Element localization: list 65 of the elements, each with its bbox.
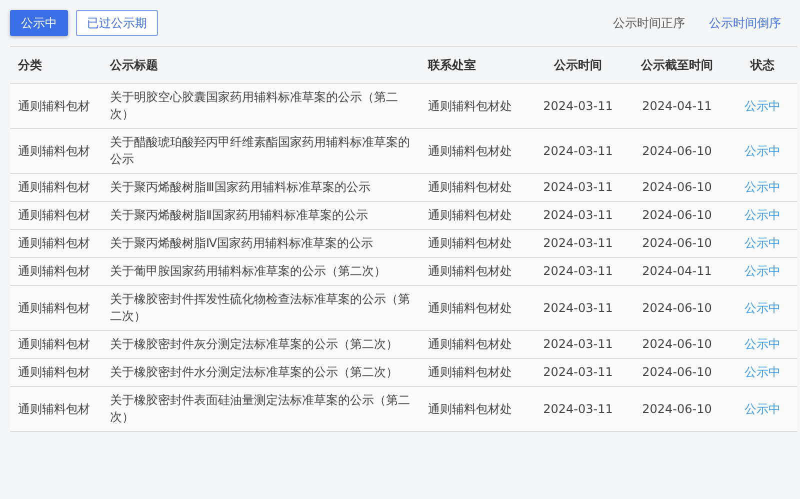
table-cell: 2024-06-10 (626, 286, 728, 330)
table-cell: 通则辅料包材处 (420, 358, 530, 386)
sort-link[interactable]: 公示时间正序 (613, 14, 685, 32)
table-cell: 2024-03-11 (530, 174, 626, 202)
status-label: 公示中 (728, 358, 797, 386)
table-cell: 2024-03-11 (530, 358, 626, 386)
table-cell: 通则辅料包材处 (420, 386, 530, 432)
column-header: 公示标题 (102, 46, 420, 84)
status-label: 公示中 (728, 258, 797, 286)
table-cell: 2024-06-10 (626, 230, 728, 258)
table-cell: 通则辅料包材 (10, 386, 102, 432)
table-cell: 2024-06-10 (626, 386, 728, 432)
table-cell: 2024-06-10 (626, 202, 728, 230)
table-cell: 2024-03-11 (530, 128, 626, 174)
title-link[interactable]: 关于葡甲胺国家药用辅料标准草案的公示（第二次） (102, 258, 420, 286)
table-cell: 2024-03-11 (530, 230, 626, 258)
table-cell: 2024-03-11 (530, 286, 626, 330)
table-cell: 通则辅料包材 (10, 230, 102, 258)
title-link[interactable]: 关于醋酸琥珀酸羟丙甲纤维素酯国家药用辅料标准草案的公示 (102, 128, 420, 174)
status-label: 公示中 (728, 230, 797, 258)
table-cell: 2024-03-11 (530, 330, 626, 358)
title-link[interactable]: 关于聚丙烯酸树脂Ⅱ国家药用辅料标准草案的公示 (102, 202, 420, 230)
sort-link[interactable]: 公示时间倒序 (709, 14, 781, 32)
table-cell: 通则辅料包材处 (420, 258, 530, 286)
table-cell: 2024-06-10 (626, 358, 728, 386)
table-cell: 通则辅料包材处 (420, 230, 530, 258)
table-cell: 2024-04-11 (626, 258, 728, 286)
title-link[interactable]: 关于聚丙烯酸树脂Ⅳ国家药用辅料标准草案的公示 (102, 230, 420, 258)
table-cell: 通则辅料包材处 (420, 84, 530, 128)
table-cell: 2024-06-10 (626, 330, 728, 358)
table-cell: 2024-06-10 (626, 128, 728, 174)
table-cell: 通则辅料包材 (10, 258, 102, 286)
status-label: 公示中 (728, 330, 797, 358)
table-cell: 通则辅料包材处 (420, 128, 530, 174)
status-label: 公示中 (728, 128, 797, 174)
table-cell: 通则辅料包材 (10, 84, 102, 128)
table-cell: 通则辅料包材 (10, 286, 102, 330)
status-label: 公示中 (728, 286, 797, 330)
title-link[interactable]: 关于橡胶密封件挥发性硫化物检查法标准草案的公示（第二次） (102, 286, 420, 330)
tab[interactable]: 公示中 (10, 10, 68, 36)
title-link[interactable]: 关于橡胶密封件表面硅油量测定法标准草案的公示（第二次） (102, 386, 420, 432)
title-link[interactable]: 关于橡胶密封件水分测定法标准草案的公示（第二次） (102, 358, 420, 386)
table-cell: 2024-06-10 (626, 174, 728, 202)
table-cell: 通则辅料包材处 (420, 202, 530, 230)
table-cell: 通则辅料包材处 (420, 286, 530, 330)
table-cell: 2024-04-11 (626, 84, 728, 128)
table-cell: 通则辅料包材 (10, 330, 102, 358)
table-cell: 通则辅料包材 (10, 174, 102, 202)
table-cell: 通则辅料包材处 (420, 174, 530, 202)
status-label: 公示中 (728, 386, 797, 432)
title-link[interactable]: 关于聚丙烯酸树脂Ⅲ国家药用辅料标准草案的公示 (102, 174, 420, 202)
status-label: 公示中 (728, 202, 797, 230)
table-cell: 通则辅料包材 (10, 202, 102, 230)
table-cell: 通则辅料包材 (10, 128, 102, 174)
table-cell: 通则辅料包材 (10, 358, 102, 386)
status-label: 公示中 (728, 84, 797, 128)
title-link[interactable]: 关于橡胶密封件灰分测定法标准草案的公示（第二次） (102, 330, 420, 358)
table-cell: 2024-03-11 (530, 386, 626, 432)
title-link[interactable]: 关于明胶空心胶囊国家药用辅料标准草案的公示（第二次） (102, 84, 420, 128)
status-label: 公示中 (728, 174, 797, 202)
table-cell: 通则辅料包材处 (420, 330, 530, 358)
table-cell: 2024-03-11 (530, 84, 626, 128)
tab[interactable]: 已过公示期 (76, 10, 158, 36)
table-cell: 2024-03-11 (530, 258, 626, 286)
table-cell: 2024-03-11 (530, 202, 626, 230)
